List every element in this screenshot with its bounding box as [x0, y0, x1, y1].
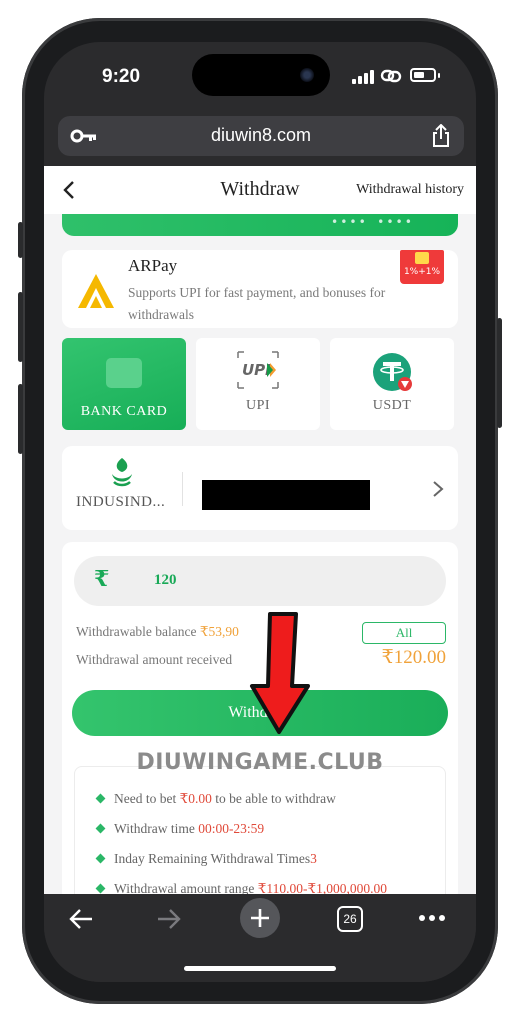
rule-highlight: 00:00-23:59 — [198, 821, 265, 836]
bank-card-label: BANK CARD — [80, 404, 168, 419]
bonus-badge-text: 1%+1% — [403, 267, 441, 277]
tether-icon — [373, 353, 412, 391]
watermark: DIUWINGAME.CLUB — [136, 750, 384, 775]
upi-tab[interactable]: UPI UPI — [196, 338, 320, 430]
bank-card-tab[interactable]: BANK CARD — [62, 338, 186, 430]
diamond-bullet-icon — [95, 853, 106, 864]
gift-icon — [415, 252, 429, 264]
forward-icon[interactable] — [156, 908, 182, 930]
diamond-bullet-icon — [95, 823, 106, 834]
diamond-bullet-icon — [95, 793, 106, 804]
bank-name: INDUSIND... — [76, 494, 166, 510]
battery-tip — [438, 73, 440, 78]
amount-input[interactable]: ₹ 120 — [74, 556, 446, 606]
all-button[interactable]: All — [362, 622, 446, 644]
bank-logo-icon — [112, 458, 132, 487]
plus-icon — [251, 909, 269, 927]
back-icon[interactable] — [68, 908, 94, 930]
rule-text: Inday Remaining Withdrawal Times — [114, 851, 311, 866]
withdrawable-balance-value: ₹53,90 — [199, 624, 239, 639]
rule-highlight: ₹0.00 — [179, 791, 212, 806]
rule-text: Withdraw time — [114, 821, 199, 836]
volume-down-button — [18, 384, 23, 454]
rupee-icon: ₹ — [94, 566, 110, 591]
battery-icon — [410, 68, 436, 82]
svg-text:UPI: UPI — [242, 361, 271, 379]
browser-toolbar: 26 — [44, 894, 476, 982]
arpay-description: Supports UPI for fast payment, and bonus… — [128, 285, 386, 322]
amount-received-value: ₹120.00 — [381, 647, 446, 668]
action-button — [18, 222, 23, 258]
strip-dots: •••• •••• — [330, 215, 414, 229]
page-header: Withdraw Withdrawal history — [44, 166, 476, 214]
home-indicator — [184, 966, 336, 971]
power-button — [497, 318, 502, 428]
new-tab-button[interactable] — [240, 898, 280, 938]
bank-divider — [182, 472, 183, 506]
arpay-logo-icon — [78, 274, 114, 308]
tabs-button[interactable]: 26 — [337, 906, 363, 932]
rule-highlight: 3 — [310, 851, 317, 866]
red-arrow-pointer-icon — [250, 612, 310, 734]
amount-value: 120 — [154, 572, 177, 588]
bank-account-selector[interactable]: INDUSIND... — [62, 446, 458, 530]
bonus-badge: 1%+1% — [400, 250, 444, 284]
usdt-label: USDT — [372, 398, 412, 413]
arpay-card[interactable]: ARPay Supports UPI for fast payment, and… — [62, 250, 458, 328]
withdrawable-balance-row: Withdrawable balance ₹53,90 — [76, 624, 239, 640]
more-icon[interactable] — [418, 914, 446, 922]
web-content: •••• •••• Withdraw Withdrawal history AR… — [44, 166, 476, 894]
rule-item: Withdrawal amount range ₹110.00-₹1,000,0… — [95, 881, 387, 894]
signal-icon — [352, 70, 374, 84]
volume-up-button — [18, 292, 23, 362]
withdraw-rules: Need to bet ₹0.00 to be able to withdraw… — [74, 766, 446, 894]
address-bar[interactable]: diuwin8.com — [58, 116, 464, 156]
upi-icon: UPI — [237, 351, 279, 389]
withdrawable-balance-label: Withdrawable balance — [76, 624, 197, 639]
personal-hotspot-icon — [380, 69, 402, 83]
usdt-tab[interactable]: USDT — [330, 338, 454, 430]
url-text: diuwin8.com — [210, 125, 312, 145]
phone-screen: 9:20 diuwin8.com •••• •••• Withdraw With… — [44, 42, 476, 982]
account-number-redacted — [202, 480, 370, 510]
dynamic-island — [192, 54, 330, 96]
rule-item: Withdraw time 00:00-23:59 — [95, 821, 265, 837]
status-bar: 9:20 — [44, 42, 476, 114]
camera-icon — [300, 68, 314, 82]
rule-text: to be able to withdraw — [211, 791, 336, 806]
diamond-bullet-icon — [95, 883, 106, 894]
promo-strip: •••• •••• — [62, 212, 458, 236]
amount-received-label: Withdrawal amount received — [76, 652, 233, 667]
rule-highlight: ₹110.00-₹1,000,000.00 — [257, 881, 387, 894]
bank-card-icon — [106, 358, 142, 388]
rule-item: Need to bet ₹0.00 to be able to withdraw — [95, 791, 336, 807]
chevron-right-icon — [433, 481, 444, 497]
share-icon[interactable] — [430, 124, 452, 148]
withdrawal-history-link[interactable]: Withdrawal history — [356, 182, 464, 198]
rule-text: Need to bet — [114, 791, 180, 806]
clock: 9:20 — [102, 66, 141, 87]
rule-item: Inday Remaining Withdrawal Times3 — [95, 851, 317, 867]
arpay-name: ARPay — [128, 256, 178, 275]
upi-label: UPI — [245, 398, 271, 413]
rule-text: Withdrawal amount range — [114, 881, 258, 894]
